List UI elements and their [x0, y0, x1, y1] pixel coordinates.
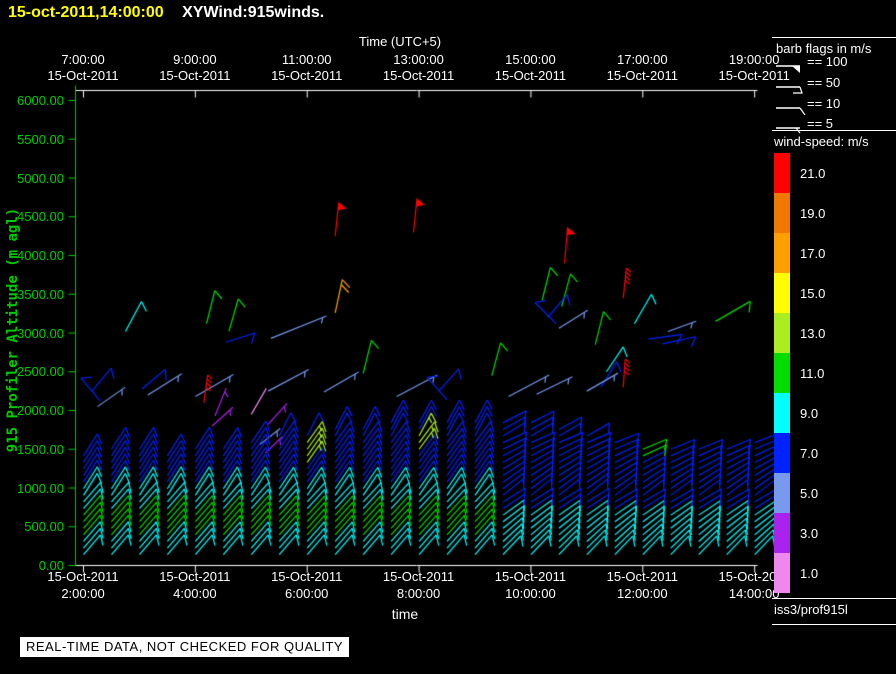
top-axis-title: Time (UTC+5): [340, 34, 460, 49]
top-tick-date: 15-Oct-2011: [485, 68, 575, 83]
colorbar-value-label: 13.0: [800, 326, 825, 341]
title-datetime: 15-oct-2011,14:00:00: [8, 4, 164, 21]
y-tick-label: 4500.00: [0, 209, 64, 224]
bottom-tick-date: 15-Oct-2011: [150, 569, 240, 584]
bottom-tick-date: 15-Oct-2011: [262, 569, 352, 584]
separator-line: [772, 130, 896, 131]
colorbar-block: [774, 193, 790, 233]
bottom-tick-date: 15-Oct-2011: [38, 569, 128, 584]
barb-half-5-icon: [774, 119, 806, 135]
barb-legend-label: == 10: [807, 96, 840, 111]
wind-speed-colorbar: [774, 153, 790, 593]
title-bar: 15-oct-2011,14:00:00 XYWind:915winds.: [8, 4, 324, 22]
realtime-data-banner: REAL-TIME DATA, NOT CHECKED FOR QUALITY: [20, 637, 349, 657]
barb-legend-row-100: == 100: [774, 54, 896, 74]
y-tick-label: 3500.00: [0, 287, 64, 302]
y-tick-label: 5500.00: [0, 132, 64, 147]
top-tick-time: 13:00:00: [374, 52, 464, 67]
top-tick-date: 15-Oct-2011: [374, 68, 464, 83]
colorbar-value-label: 9.0: [800, 406, 818, 421]
colorbar-value-label: 17.0: [800, 246, 825, 261]
bottom-tick-time: 4:00:00: [150, 586, 240, 601]
barb-flag-100-icon: [774, 57, 806, 73]
colorbar-value-label: 1.0: [800, 566, 818, 581]
colorbar-block: [774, 513, 790, 553]
colorbar-value-label: 7.0: [800, 446, 818, 461]
colorbar-block: [774, 433, 790, 473]
barb-legend-row-10: == 10: [774, 96, 896, 116]
y-tick-label: 1000.00: [0, 481, 64, 496]
colorbar-value-label: 21.0: [800, 166, 825, 181]
top-tick-time: 15:00:00: [485, 52, 575, 67]
bottom-axis-title: time: [345, 606, 465, 622]
colorbar-block: [774, 153, 790, 193]
y-tick-label: 2500.00: [0, 364, 64, 379]
colorbar-title: wind-speed: m/s: [774, 134, 869, 149]
top-tick-time: 7:00:00: [38, 52, 128, 67]
y-tick-label: 2000.00: [0, 403, 64, 418]
separator-line: [772, 598, 896, 599]
bottom-tick-time: 6:00:00: [262, 586, 352, 601]
top-tick-date: 15-Oct-2011: [150, 68, 240, 83]
colorbar-block: [774, 553, 790, 593]
top-tick-date: 15-Oct-2011: [262, 68, 352, 83]
colorbar-block: [774, 313, 790, 353]
colorbar-block: [774, 273, 790, 313]
bottom-tick-date: 15-Oct-2011: [374, 569, 464, 584]
y-tick-label: 500.00: [0, 519, 64, 534]
barb-legend-row-5: == 5: [774, 116, 896, 136]
separator-line: [772, 37, 896, 38]
colorbar-value-label: 19.0: [800, 206, 825, 221]
top-tick-date: 15-Oct-2011: [38, 68, 128, 83]
colorbar-value-label: 15.0: [800, 286, 825, 301]
separator-line: [772, 624, 896, 625]
barb-legend-label: == 50: [807, 75, 840, 90]
barb-legend-label: == 100: [807, 54, 848, 69]
colorbar-block: [774, 353, 790, 393]
top-tick-time: 11:00:00: [262, 52, 352, 67]
bottom-tick-date: 15-Oct-2011: [485, 569, 575, 584]
bottom-tick-time: 12:00:00: [597, 586, 687, 601]
bottom-tick-date: 15-Oct-2011: [597, 569, 687, 584]
barb-legend-label: == 5: [807, 116, 833, 131]
colorbar-block: [774, 473, 790, 513]
top-tick-time: 9:00:00: [150, 52, 240, 67]
colorbar-value-label: 3.0: [800, 526, 818, 541]
barb-flag-50-icon: [774, 78, 806, 94]
barb-full-10-icon: [774, 99, 806, 115]
wind-profiler-screen: 15-oct-2011,14:00:00 XYWind:915winds. Ti…: [0, 0, 896, 674]
page-title: XYWind:915winds.: [182, 4, 324, 21]
y-tick-label: 1500.00: [0, 442, 64, 457]
y-tick-label: 3000.00: [0, 326, 64, 341]
top-tick-time: 17:00:00: [597, 52, 687, 67]
colorbar-block: [774, 393, 790, 433]
bottom-tick-time: 10:00:00: [485, 586, 575, 601]
barb-legend-row-50: == 50: [774, 75, 896, 95]
colorbar-value-label: 5.0: [800, 486, 818, 501]
colorbar-block: [774, 233, 790, 273]
y-tick-label: 6000.00: [0, 93, 64, 108]
bottom-tick-time: 2:00:00: [38, 586, 128, 601]
y-tick-label: 5000.00: [0, 171, 64, 186]
bottom-tick-time: 8:00:00: [374, 586, 464, 601]
top-tick-date: 15-Oct-2011: [597, 68, 687, 83]
instrument-id-label: iss3/prof915l: [774, 602, 848, 617]
y-tick-label: 4000.00: [0, 248, 64, 263]
colorbar-value-label: 11.0: [800, 366, 824, 381]
